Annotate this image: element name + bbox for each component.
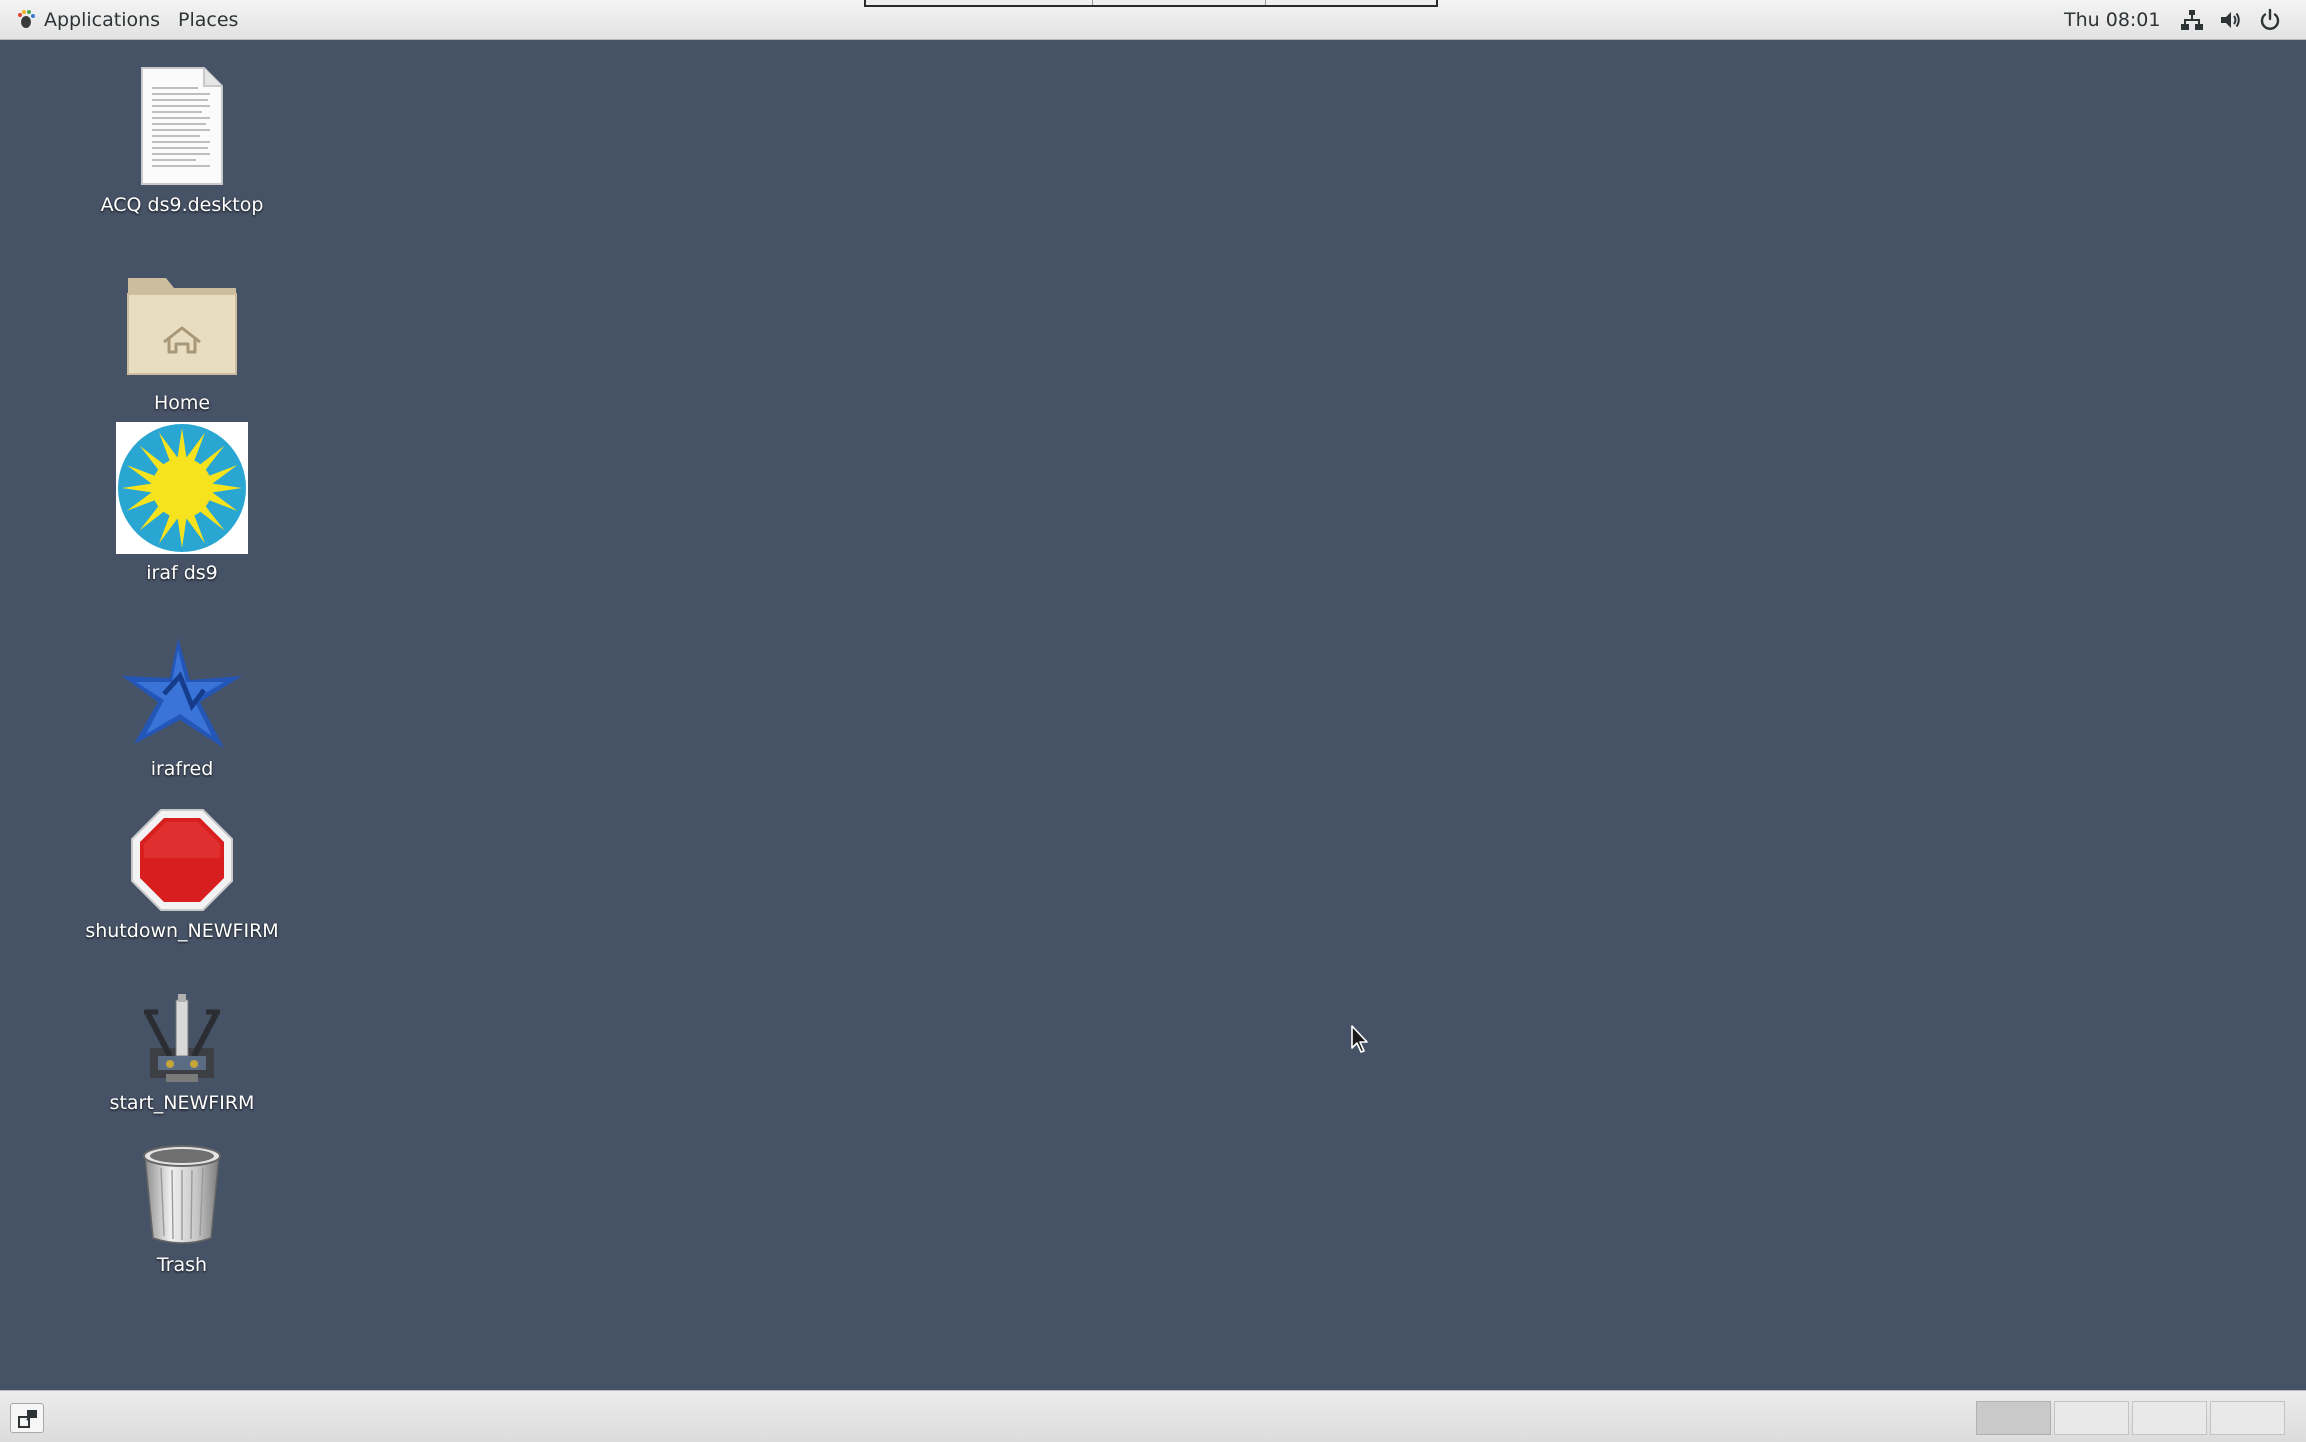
- clock[interactable]: Thu 08:01: [2058, 0, 2166, 40]
- mouse-pointer-icon: [1351, 1025, 1368, 1053]
- window-strip-separator: [1092, 0, 1093, 5]
- volume-icon[interactable]: [2218, 8, 2242, 32]
- gnome-foot-icon: [18, 10, 35, 28]
- power-icon[interactable]: [2258, 8, 2282, 32]
- home-folder-icon: [127, 278, 237, 375]
- workspace-3[interactable]: [2132, 1401, 2207, 1435]
- window-strip-separator: [1265, 0, 1266, 5]
- desktop-icon-label: shutdown_NEWFIRM: [85, 920, 279, 942]
- show-desktop-button[interactable]: [10, 1403, 44, 1433]
- show-desktop-icon: [18, 1410, 37, 1428]
- ds9-sun-icon: [116, 422, 248, 554]
- stop-sign-icon: [131, 809, 233, 911]
- desktop-icon-trash[interactable]: Trash: [72, 1138, 292, 1276]
- network-icon[interactable]: [2180, 8, 2204, 32]
- desktop-icon-label: Trash: [156, 1254, 208, 1276]
- desktop-screen: Applications Places Thu 08:01 ACQ ds9.de…: [0, 0, 2306, 1442]
- desktop-icon-shutdown-newfirm[interactable]: shutdown_NEWFIRM: [72, 808, 292, 942]
- text-document-icon: [141, 67, 223, 185]
- desktop-icon-label: Home: [153, 392, 211, 414]
- desktop-icon-home[interactable]: Home: [72, 264, 292, 414]
- desktop-icon-irafred[interactable]: irafred: [72, 636, 292, 780]
- trash-icon: [143, 1145, 221, 1244]
- bottom-panel: [0, 1390, 2306, 1442]
- telescope-icon: [144, 994, 220, 1082]
- places-label: Places: [178, 9, 239, 31]
- desktop-icon-iraf-ds9[interactable]: iraf ds9: [72, 422, 292, 584]
- window-list-strip[interactable]: [864, 0, 1438, 7]
- desktop-icon-label: irafred: [150, 758, 214, 780]
- desktop-icon-acq-ds9[interactable]: ACQ ds9.desktop: [72, 66, 292, 216]
- desktop-icon-label: ACQ ds9.desktop: [100, 194, 264, 216]
- desktop-icon-label: iraf ds9: [146, 562, 218, 584]
- iraf-star-icon: [122, 638, 242, 748]
- top-panel: Applications Places Thu 08:01: [0, 0, 2306, 40]
- applications-menu[interactable]: Applications: [8, 0, 166, 40]
- applications-label: Applications: [44, 9, 161, 31]
- workspace-1[interactable]: [1976, 1401, 2051, 1435]
- workspace-2[interactable]: [2054, 1401, 2129, 1435]
- desktop-icon-label: start_NEWFIRM: [109, 1092, 255, 1114]
- desktop-icon-start-newfirm[interactable]: start_NEWFIRM: [72, 994, 292, 1114]
- workspace-4[interactable]: [2210, 1401, 2285, 1435]
- places-menu[interactable]: Places: [172, 0, 244, 40]
